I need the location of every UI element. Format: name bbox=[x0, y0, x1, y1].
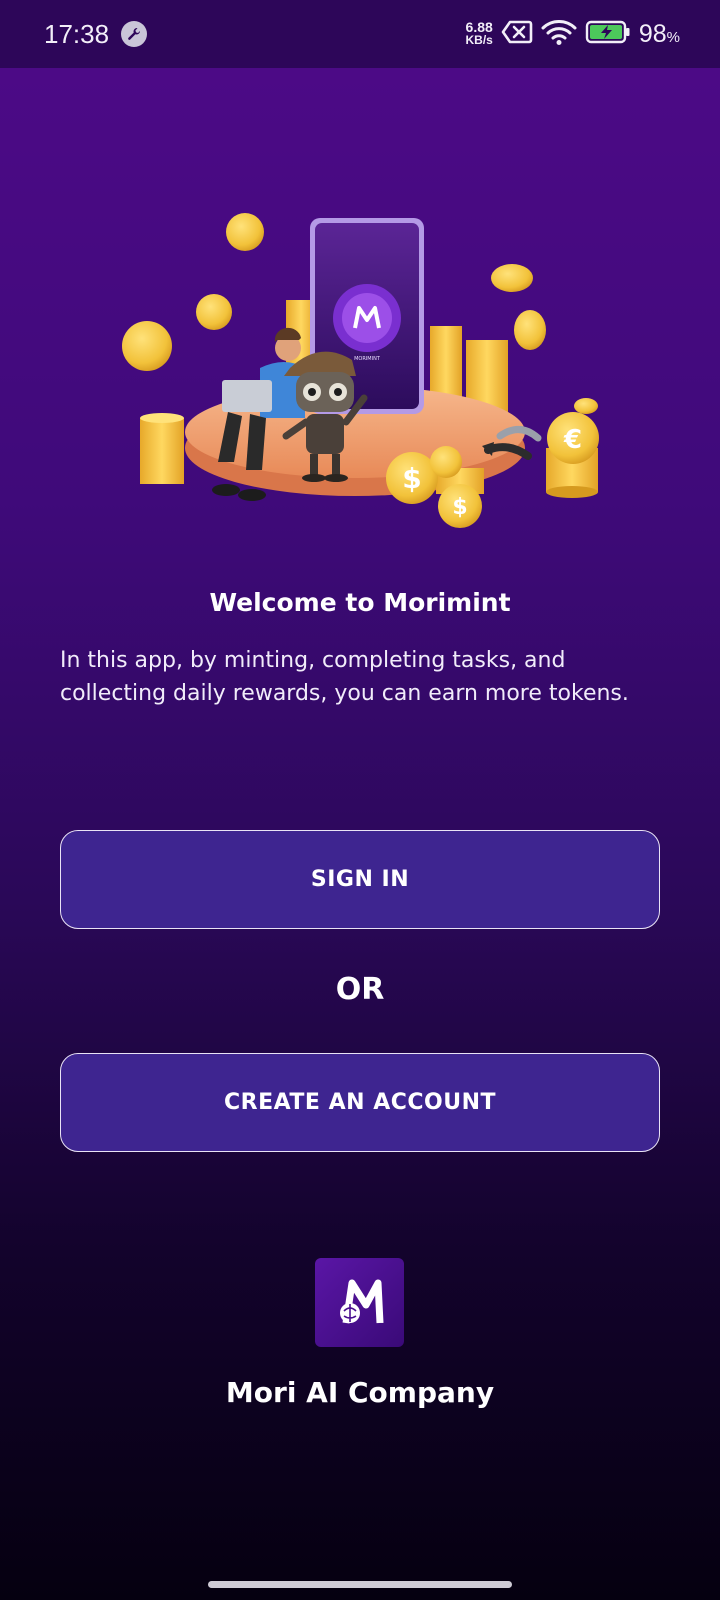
svg-text:$: $ bbox=[402, 462, 421, 495]
or-divider-label: OR bbox=[335, 972, 385, 1007]
battery-percent-value: 98 bbox=[638, 19, 667, 48]
svg-text:€: € bbox=[563, 425, 582, 455]
wifi-icon bbox=[541, 18, 577, 50]
status-bar-left: 17:38 bbox=[44, 18, 148, 50]
floating-coin bbox=[491, 264, 533, 292]
coin-stack bbox=[140, 418, 184, 484]
welcome-description: In this app, by minting, completing task… bbox=[60, 648, 629, 706]
company-name: Mori AI Company bbox=[225, 1376, 495, 1409]
svg-text:$: $ bbox=[452, 495, 467, 520]
floating-coin bbox=[122, 321, 172, 371]
data-off-icon bbox=[501, 19, 533, 49]
network-speed-unit: KB/s bbox=[465, 33, 493, 47]
company-logo bbox=[315, 1258, 404, 1347]
battery-percent: 98% bbox=[639, 20, 680, 49]
sign-in-button[interactable]: SIGN IN bbox=[60, 830, 660, 929]
status-bar: 17:38 6.88 KB/s 98% bbox=[0, 0, 720, 68]
status-time: 17:38 bbox=[44, 18, 110, 49]
wrench-icon bbox=[121, 21, 148, 47]
floating-coin bbox=[196, 294, 232, 330]
create-account-button[interactable]: CREATE AN ACCOUNT bbox=[60, 1053, 660, 1152]
phone-brand-label: MORIMINT bbox=[354, 356, 381, 362]
brain-m-logo-icon bbox=[339, 1279, 383, 1324]
floating-coin bbox=[514, 310, 546, 350]
welcome-title: Welcome to Morimint bbox=[209, 588, 511, 617]
status-bar-right: 6.88 KB/s 98% bbox=[466, 18, 681, 50]
floating-coin bbox=[226, 213, 264, 251]
euro-coin-pile: € bbox=[546, 398, 599, 498]
hero-illustration: MORIMINT $ $ € bbox=[122, 213, 599, 528]
network-speed: 6.88 KB/s bbox=[465, 20, 493, 47]
battery-percent-unit: % bbox=[666, 28, 680, 46]
battery-charging-icon bbox=[585, 19, 631, 49]
home-indicator[interactable] bbox=[208, 1581, 512, 1588]
